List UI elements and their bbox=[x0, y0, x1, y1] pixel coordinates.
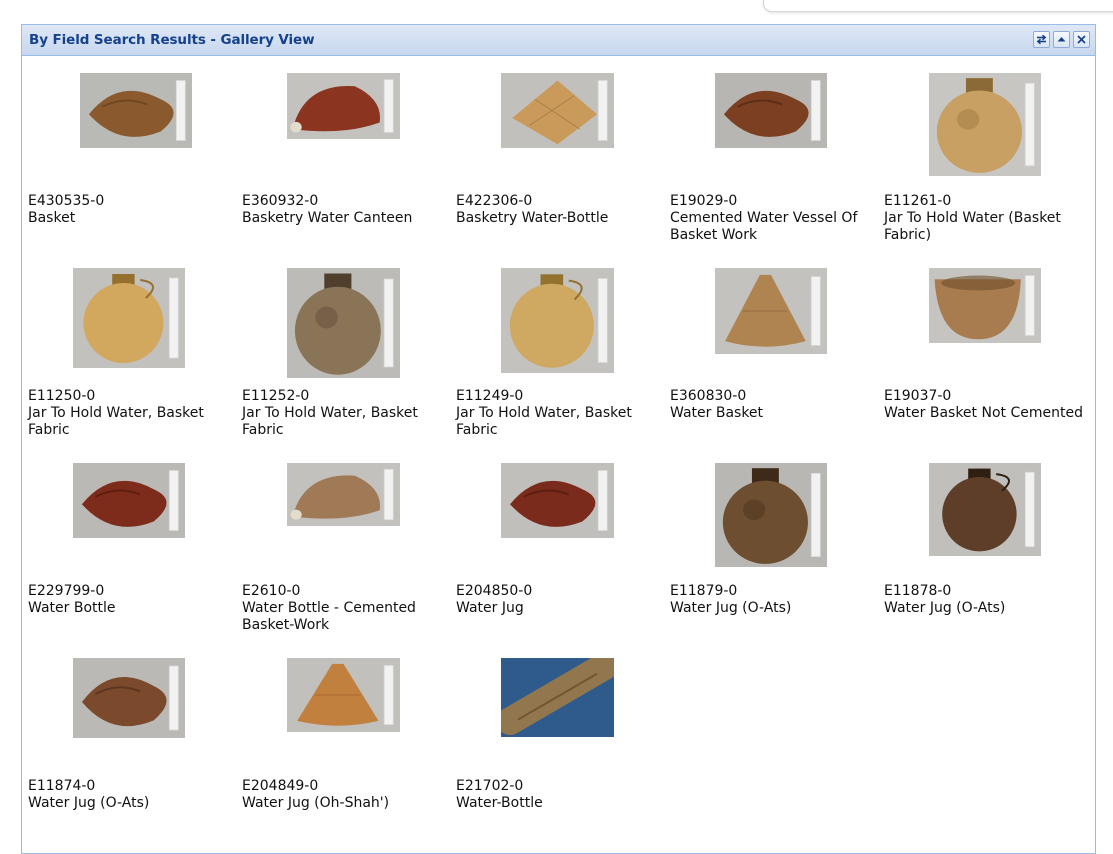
item-caption[interactable]: E21702-0 Water-Bottle bbox=[456, 778, 661, 812]
catalog-number: E21702-0 bbox=[456, 778, 524, 794]
collapse-icon[interactable] bbox=[1053, 31, 1070, 48]
item-caption[interactable]: E11252-0 Jar To Hold Water, Basket Fabric bbox=[242, 388, 447, 439]
object-name: Cemented Water Vessel Of Basket Work bbox=[670, 210, 858, 243]
water-jug-photo[interactable] bbox=[929, 463, 1041, 556]
object-name: Water Jug (Oh-Shah') bbox=[242, 795, 390, 811]
object-name: Water Jug (O-Ats) bbox=[884, 600, 1006, 616]
catalog-number: E11878-0 bbox=[884, 583, 952, 599]
catalog-number: E11250-0 bbox=[28, 388, 96, 404]
item-caption[interactable]: E204850-0 Water Jug bbox=[456, 583, 661, 617]
item-caption[interactable]: E360932-0 Basketry Water Canteen bbox=[242, 193, 447, 227]
catalog-number: E11252-0 bbox=[242, 388, 310, 404]
object-name: Water Jug bbox=[456, 600, 524, 616]
panel-title: By Field Search Results - Gallery View bbox=[29, 32, 315, 48]
catalog-number: E19029-0 bbox=[670, 193, 738, 209]
object-name: Water Jug (O-Ats) bbox=[28, 795, 150, 811]
catalog-number: E430535-0 bbox=[28, 193, 105, 209]
object-name: Basketry Water-Bottle bbox=[456, 210, 609, 226]
gallery-grid: E430535-0 Basket E360932-0 Basketry Water … bbox=[22, 57, 1095, 853]
water-jug-photo[interactable] bbox=[287, 658, 400, 732]
jar-photo[interactable] bbox=[501, 268, 614, 373]
item-caption[interactable]: E19029-0 Cemented Water Vessel Of Basket … bbox=[670, 193, 875, 244]
object-name: Jar To Hold Water, Basket Fabric bbox=[28, 405, 204, 438]
water-jug-photo[interactable] bbox=[501, 463, 614, 538]
gallery-panel: By Field Search Results - Gallery View E… bbox=[21, 24, 1096, 854]
water-jug-photo[interactable] bbox=[73, 658, 185, 738]
item-caption[interactable]: E11250-0 Jar To Hold Water, Basket Fabric bbox=[28, 388, 233, 439]
item-caption[interactable]: E430535-0 Basket bbox=[28, 193, 233, 227]
catalog-number: E360932-0 bbox=[242, 193, 319, 209]
item-caption[interactable]: E204849-0 Water Jug (Oh-Shah') bbox=[242, 778, 447, 812]
catalog-number: E11249-0 bbox=[456, 388, 524, 404]
water-bottle-photo[interactable] bbox=[73, 463, 185, 538]
item-caption[interactable]: E11261-0 Jar To Hold Water (Basket Fabric… bbox=[884, 193, 1089, 244]
jar-photo[interactable] bbox=[287, 268, 400, 378]
water-vessel-photo[interactable] bbox=[715, 73, 827, 148]
item-caption[interactable]: E2610-0 Water Bottle - Cemented Basket-Wo… bbox=[242, 583, 447, 634]
item-caption[interactable]: E19037-0 Water Basket Not Cemented bbox=[884, 388, 1089, 422]
bowl-basket-photo[interactable] bbox=[929, 268, 1041, 343]
catalog-number: E11874-0 bbox=[28, 778, 96, 794]
close-icon[interactable] bbox=[1073, 31, 1090, 48]
object-name: Basket bbox=[28, 210, 76, 226]
item-caption[interactable]: E11879-0 Water Jug (O-Ats) bbox=[670, 583, 875, 617]
object-name: Water Basket bbox=[670, 405, 764, 421]
item-caption[interactable]: E11878-0 Water Jug (O-Ats) bbox=[884, 583, 1089, 617]
jar-photo[interactable] bbox=[929, 73, 1041, 176]
object-name: Water Bottle - Cemented Basket-Work bbox=[242, 600, 416, 633]
object-name: Water Basket Not Cemented bbox=[884, 405, 1083, 421]
catalog-number: E11879-0 bbox=[670, 583, 738, 599]
object-name: Jar To Hold Water (Basket Fabric) bbox=[884, 210, 1061, 243]
jar-photo[interactable] bbox=[73, 268, 185, 368]
panel-tools bbox=[1033, 31, 1090, 48]
catalog-number: E204849-0 bbox=[242, 778, 319, 794]
catalog-number: E204850-0 bbox=[456, 583, 533, 599]
object-name: Jar To Hold Water, Basket Fabric bbox=[242, 405, 418, 438]
item-caption[interactable]: E11874-0 Water Jug (O-Ats) bbox=[28, 778, 233, 812]
item-caption[interactable]: E422306-0 Basketry Water-Bottle bbox=[456, 193, 661, 227]
canteen-photo[interactable] bbox=[287, 73, 400, 139]
item-caption[interactable]: E11249-0 Jar To Hold Water, Basket Fabric bbox=[456, 388, 661, 439]
top-right-card bbox=[763, 0, 1113, 12]
object-name: Jar To Hold Water, Basket Fabric bbox=[456, 405, 632, 438]
catalog-number: E360830-0 bbox=[670, 388, 747, 404]
basket-photo[interactable] bbox=[80, 73, 192, 148]
catalog-number: E11261-0 bbox=[884, 193, 952, 209]
object-name: Water-Bottle bbox=[456, 795, 543, 811]
water-bottle-photo[interactable] bbox=[287, 463, 400, 526]
catalog-number: E422306-0 bbox=[456, 193, 533, 209]
water-basket-photo[interactable] bbox=[715, 268, 827, 354]
refresh-icon[interactable] bbox=[1033, 31, 1050, 48]
panel-header: By Field Search Results - Gallery View bbox=[22, 25, 1095, 56]
catalog-number: E2610-0 bbox=[242, 583, 301, 599]
catalog-number: E229799-0 bbox=[28, 583, 105, 599]
item-caption[interactable]: E360830-0 Water Basket bbox=[670, 388, 875, 422]
water-bottle-photo[interactable] bbox=[501, 73, 614, 148]
item-caption[interactable]: E229799-0 Water Bottle bbox=[28, 583, 233, 617]
object-name: Water Bottle bbox=[28, 600, 116, 616]
water-jug-photo[interactable] bbox=[715, 463, 827, 567]
catalog-number: E19037-0 bbox=[884, 388, 952, 404]
object-name: Water Jug (O-Ats) bbox=[670, 600, 792, 616]
object-name: Basketry Water Canteen bbox=[242, 210, 413, 226]
water-bottle-photo[interactable] bbox=[501, 658, 614, 737]
